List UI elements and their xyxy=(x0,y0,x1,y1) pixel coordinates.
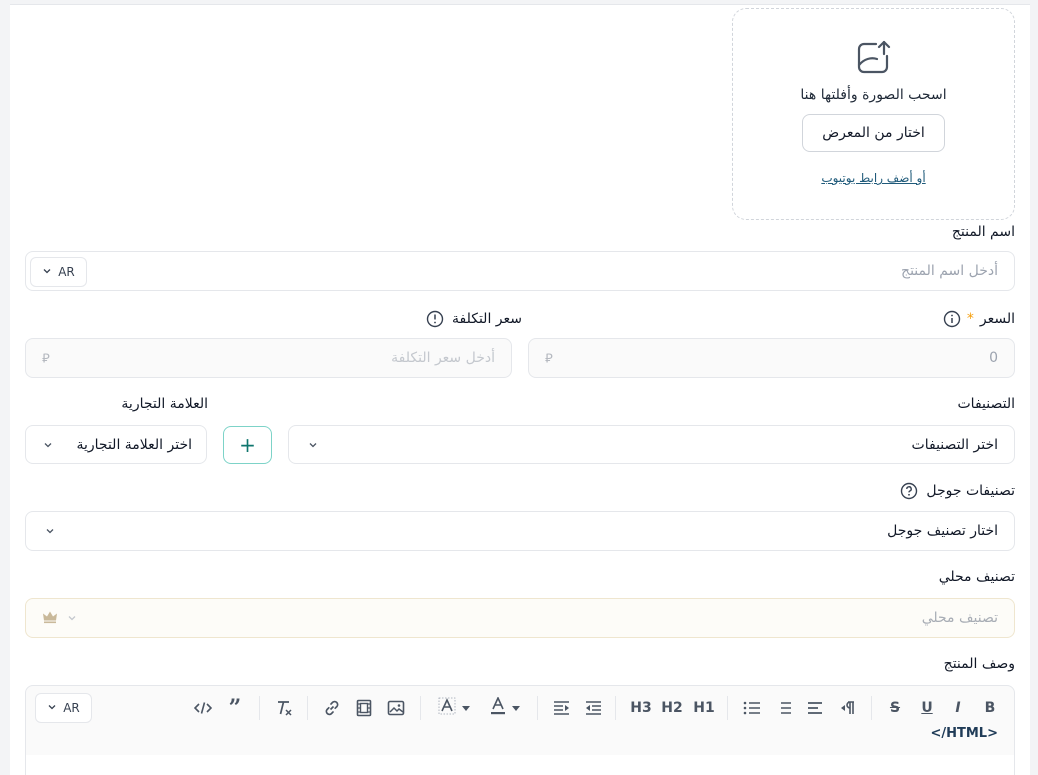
toolbar-divider xyxy=(727,696,728,720)
toolbar-divider xyxy=(420,696,421,720)
cost-price-label: سعر التكلفة xyxy=(452,311,522,327)
svg-text:2: 2 xyxy=(774,706,775,712)
help-icon[interactable] xyxy=(900,482,918,500)
chevron-down-icon xyxy=(66,612,78,624)
choose-from-gallery-button[interactable]: اختار من المعرض xyxy=(802,114,945,152)
upload-drag-text: اسحب الصورة وأفلتها هنا xyxy=(800,87,947,103)
ordered-list-icon[interactable]: 123 xyxy=(772,696,794,720)
sar-currency-icon: ⃁ xyxy=(42,351,50,367)
heading-2-button[interactable]: H2 xyxy=(660,696,684,720)
categories-label: التصنيفات xyxy=(957,396,1016,412)
sar-currency-icon: ⃁ xyxy=(545,351,553,367)
toolbar-divider xyxy=(615,696,616,720)
highlight-color-button[interactable] xyxy=(434,696,474,720)
price-value: 0 xyxy=(989,350,998,366)
description-editor[interactable] xyxy=(25,755,1015,775)
add-youtube-link[interactable]: أو أضف رابط يوتيوب xyxy=(733,171,1014,185)
font-color-icon xyxy=(490,696,506,719)
lang-code: AR xyxy=(63,701,80,715)
image-upload-dropzone[interactable]: اسحب الصورة وأفلتها هنا اختار من المعرض … xyxy=(732,8,1015,220)
italic-button[interactable]: I xyxy=(948,696,968,720)
local-category-select[interactable]: تصنيف محلي xyxy=(25,598,1015,638)
cost-price-label-row: سعر التكلفة xyxy=(426,310,522,328)
cost-price-field[interactable]: أدخل سعر التكلفة ⃁ xyxy=(25,338,512,378)
html-source-toggle[interactable]: </HTML> xyxy=(930,726,998,741)
price-field[interactable]: 0 ⃁ xyxy=(528,338,1015,378)
chevron-down-icon xyxy=(47,701,57,715)
price-label: السعر xyxy=(979,311,1015,327)
add-category-button[interactable]: + xyxy=(223,426,272,464)
toolbar-divider xyxy=(871,696,872,720)
link-icon[interactable] xyxy=(321,696,343,720)
bullet-list-icon[interactable] xyxy=(741,696,763,720)
svg-text:1: 1 xyxy=(774,701,775,707)
toolbar-divider xyxy=(259,696,260,720)
description-lang-select[interactable]: AR xyxy=(35,693,92,723)
image-upload-icon xyxy=(854,39,892,81)
video-icon[interactable] xyxy=(353,696,375,720)
text-color-button[interactable] xyxy=(485,696,525,720)
product-form-page: اسحب الصورة وأفلتها هنا اختار من المعرض … xyxy=(10,4,1030,775)
google-categories-label: تصنيفات جوجل xyxy=(926,483,1015,499)
chevron-down-icon xyxy=(462,700,470,716)
heading-1-button[interactable]: H1 xyxy=(692,696,716,720)
heading-3-button[interactable]: H3 xyxy=(629,696,653,720)
product-name-label: اسم المنتج xyxy=(951,224,1015,240)
product-name-placeholder: أدخل اسم المنتج xyxy=(901,263,998,279)
lang-code: AR xyxy=(58,265,75,279)
categories-select[interactable]: اختر التصنيفات xyxy=(288,425,1015,464)
brand-selected: اختر العلامة التجارية xyxy=(76,436,192,453)
crown-icon xyxy=(42,610,58,627)
info-icon[interactable] xyxy=(943,310,961,328)
code-icon[interactable] xyxy=(192,696,214,720)
price-label-row: السعر * xyxy=(943,310,1015,328)
categories-selected: اختر التصنيفات xyxy=(911,436,998,453)
toolbar-divider xyxy=(307,696,308,720)
alert-info-icon[interactable] xyxy=(426,310,444,328)
description-label: وصف المنتج xyxy=(943,656,1015,672)
quote-icon[interactable]: ” xyxy=(224,695,246,721)
google-categories-label-row: تصنيفات جوجل xyxy=(900,482,1015,500)
strikethrough-button[interactable]: S xyxy=(885,696,905,720)
chevron-down-icon xyxy=(42,439,54,451)
background-color-icon xyxy=(438,697,456,719)
chevron-down-icon xyxy=(42,265,52,279)
google-category-selected: اختار تصنيف جوجل xyxy=(887,523,998,539)
underline-button[interactable]: U xyxy=(917,696,937,720)
cost-price-placeholder: أدخل سعر التكلفة xyxy=(391,350,495,366)
indent-icon[interactable] xyxy=(551,696,573,720)
local-category-placeholder: تصنيف محلي xyxy=(921,610,998,626)
google-category-select[interactable]: اختار تصنيف جوجل xyxy=(25,511,1015,551)
rich-text-toolbar: AR B I U S 123 H1 H2 H3 xyxy=(25,685,1015,757)
bold-button[interactable]: B xyxy=(980,696,1000,720)
clear-format-icon[interactable] xyxy=(273,696,295,720)
rtl-paragraph-icon[interactable] xyxy=(836,696,858,720)
product-name-field[interactable]: أدخل اسم المنتج AR xyxy=(25,251,1015,291)
local-category-label: تصنيف محلي xyxy=(938,569,1015,585)
chevron-down-icon xyxy=(307,439,319,451)
align-icon[interactable] xyxy=(804,696,826,720)
chevron-down-icon xyxy=(44,525,56,537)
chevron-down-icon xyxy=(512,700,520,716)
required-mark: * xyxy=(966,311,974,327)
brand-select[interactable]: اختر العلامة التجارية xyxy=(25,425,207,464)
svg-text:3: 3 xyxy=(774,711,775,716)
outdent-icon[interactable] xyxy=(582,696,604,720)
toolbar-divider xyxy=(537,696,538,720)
brand-label: العلامة التجارية xyxy=(121,396,208,412)
product-name-lang-select[interactable]: AR xyxy=(30,257,87,287)
image-icon[interactable] xyxy=(385,696,407,720)
